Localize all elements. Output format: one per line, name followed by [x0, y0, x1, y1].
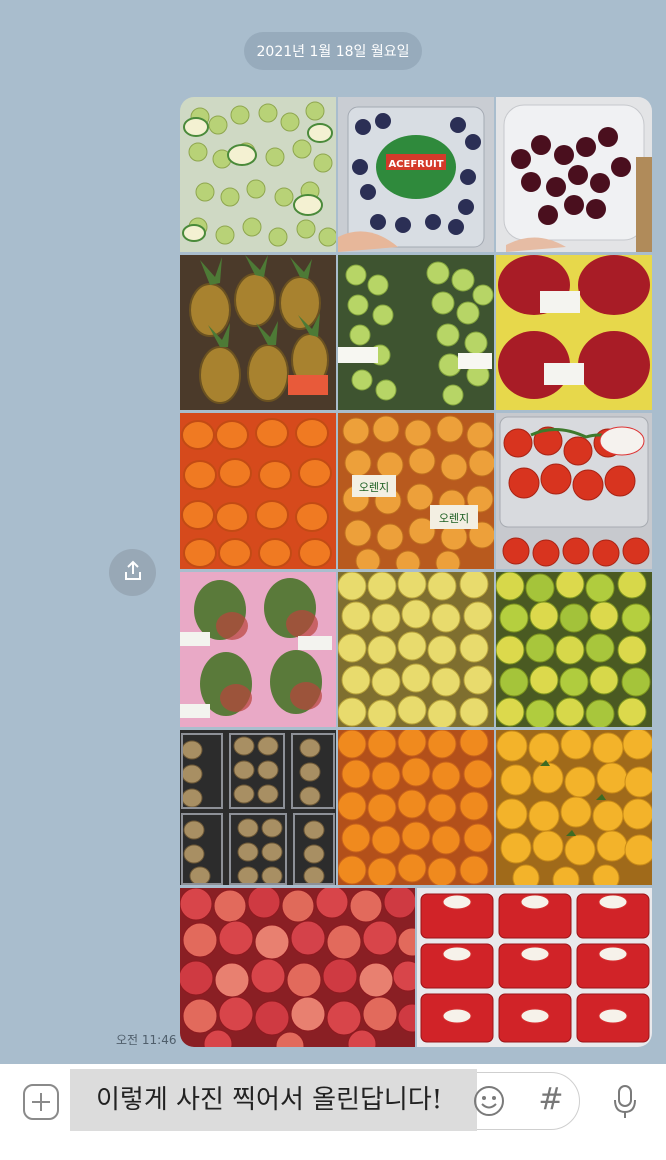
photo-cherries[interactable]: [496, 97, 652, 252]
emoji-button[interactable]: [473, 1085, 505, 1117]
photo-hallabong[interactable]: [496, 730, 652, 885]
date-divider: 2021년 1월 18일 월요일: [244, 32, 422, 70]
photo-mangoes[interactable]: [180, 572, 336, 727]
svg-text:ACEFRUIT: ACEFRUIT: [388, 159, 443, 170]
svg-text:오렌지: 오렌지: [439, 512, 469, 525]
photo-message[interactable]: ACEFRUIT 오렌지 오렌지: [180, 97, 652, 1047]
share-icon: [121, 559, 145, 587]
date-label: 2021년 1월 18일 월요일: [256, 44, 410, 60]
photo-tomatoes[interactable]: [496, 413, 652, 569]
photo-blueberries[interactable]: ACEFRUIT: [338, 97, 494, 252]
photo-yellow-citrus[interactable]: [338, 572, 494, 727]
photo-shine-muscat[interactable]: [338, 255, 494, 410]
message-input-text[interactable]: 이렇게 사진 찍어서 올린답니다!: [70, 1069, 477, 1131]
hash-icon: #: [538, 1082, 564, 1117]
photo-strawberries[interactable]: [417, 888, 652, 1047]
attach-button[interactable]: [22, 1083, 60, 1121]
photo-oranges-bagged[interactable]: 오렌지 오렌지: [338, 413, 494, 569]
photo-pomegranates[interactable]: [496, 255, 652, 410]
emoji-icon: [473, 1086, 505, 1121]
share-button[interactable]: [109, 549, 156, 596]
message-timestamp: 오전 11:46: [116, 1033, 177, 1047]
photo-apples[interactable]: [180, 888, 415, 1047]
hashtag-button[interactable]: #: [532, 1080, 570, 1120]
photo-tangerines[interactable]: [338, 730, 494, 885]
voice-button[interactable]: [610, 1082, 640, 1122]
photo-green-citrus[interactable]: [496, 572, 652, 727]
photo-pineapples[interactable]: [180, 255, 336, 410]
photo-green-grapes[interactable]: [180, 97, 336, 252]
photo-persimmons[interactable]: [180, 413, 336, 569]
photo-kiwis[interactable]: [180, 730, 336, 885]
svg-text:오렌지: 오렌지: [359, 481, 389, 494]
microphone-icon: [610, 1085, 640, 1126]
plus-icon: [22, 1084, 60, 1125]
